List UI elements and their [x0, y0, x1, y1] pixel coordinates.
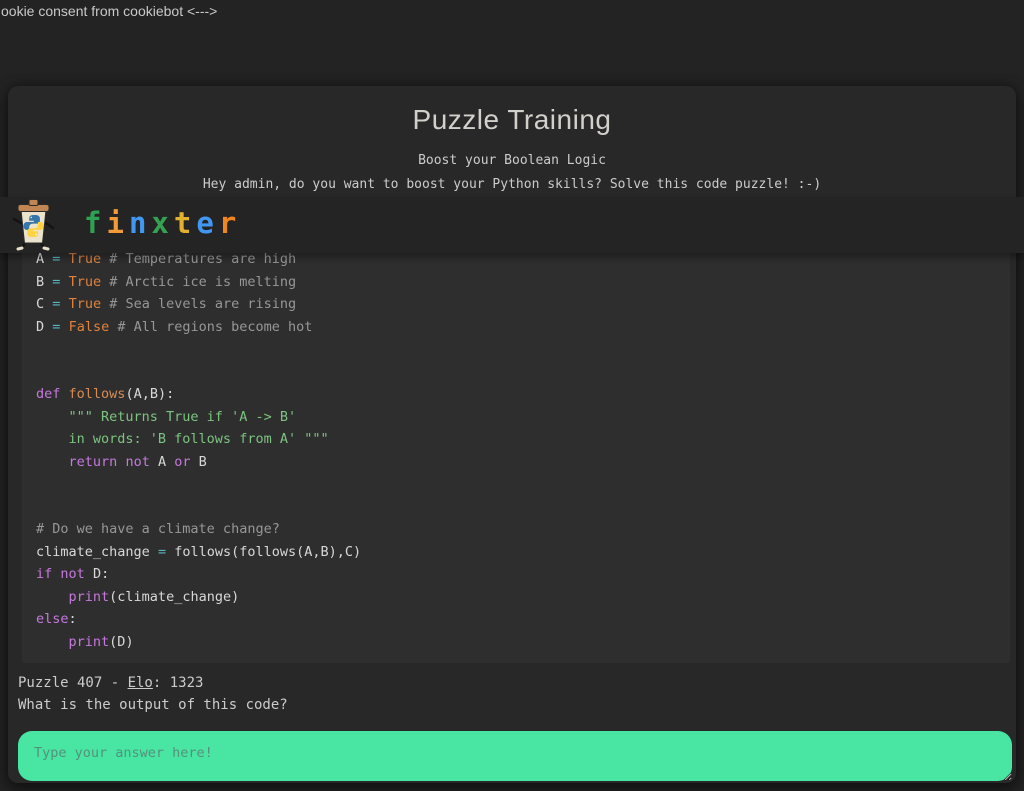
code-line: D = False # All regions become hot: [36, 316, 996, 339]
brand-letter: f: [84, 206, 106, 240]
code-line: """ Returns True if 'A -> B': [36, 406, 996, 429]
puzzle-panel: Puzzle Training Boost your Boolean Logic…: [8, 86, 1016, 783]
greeting-text: Hey admin, do you want to boost your Pyt…: [8, 177, 1016, 192]
elo-value: : 1323: [153, 675, 204, 691]
question-text: What is the output of this code?: [18, 697, 288, 713]
brand-letter: i: [106, 206, 128, 240]
answer-input[interactable]: [18, 731, 1012, 781]
code-line: return not A or B: [36, 451, 996, 474]
cookie-consent-text: ookie consent from cookiebot <--->: [1, 3, 217, 19]
brand-letter: t: [174, 206, 196, 240]
code-line: if not D:: [36, 563, 996, 586]
brand-letter: x: [151, 206, 173, 240]
code-line: print(climate_change): [36, 586, 996, 609]
code-block: A = True # Temperatures are highB = True…: [22, 238, 1010, 663]
page: ookie consent from cookiebot <---> Puzzl…: [0, 0, 1024, 791]
brand-wordmark[interactable]: finxter: [84, 206, 241, 240]
brand-letter: n: [129, 206, 151, 240]
puzzle-meta-line: Puzzle 407 - Elo: 1323: [18, 675, 203, 691]
brand-letter: e: [196, 206, 218, 240]
code-line: [36, 496, 996, 519]
code-line: B = True # Arctic ice is melting: [36, 271, 996, 294]
finxter-logo-icon[interactable]: [8, 198, 60, 252]
code-line: print(D): [36, 631, 996, 654]
page-title: Puzzle Training: [8, 104, 1016, 136]
code-line: [36, 473, 996, 496]
code-line: # Do we have a climate change?: [36, 518, 996, 541]
code-line: [36, 361, 996, 384]
brand-letter: r: [219, 206, 241, 240]
code-line: climate_change = follows(follows(A,B),C): [36, 541, 996, 564]
subtitle: Boost your Boolean Logic: [8, 153, 1016, 168]
navbar: finxter: [0, 197, 1024, 253]
code-line: else:: [36, 608, 996, 631]
code-line: in words: 'B follows from A' """: [36, 428, 996, 451]
code-line: C = True # Sea levels are rising: [36, 293, 996, 316]
code-line: def follows(A,B):: [36, 383, 996, 406]
elo-link[interactable]: Elo: [128, 675, 153, 691]
code-line: [36, 338, 996, 361]
puzzle-number-label: Puzzle 407 -: [18, 675, 128, 691]
